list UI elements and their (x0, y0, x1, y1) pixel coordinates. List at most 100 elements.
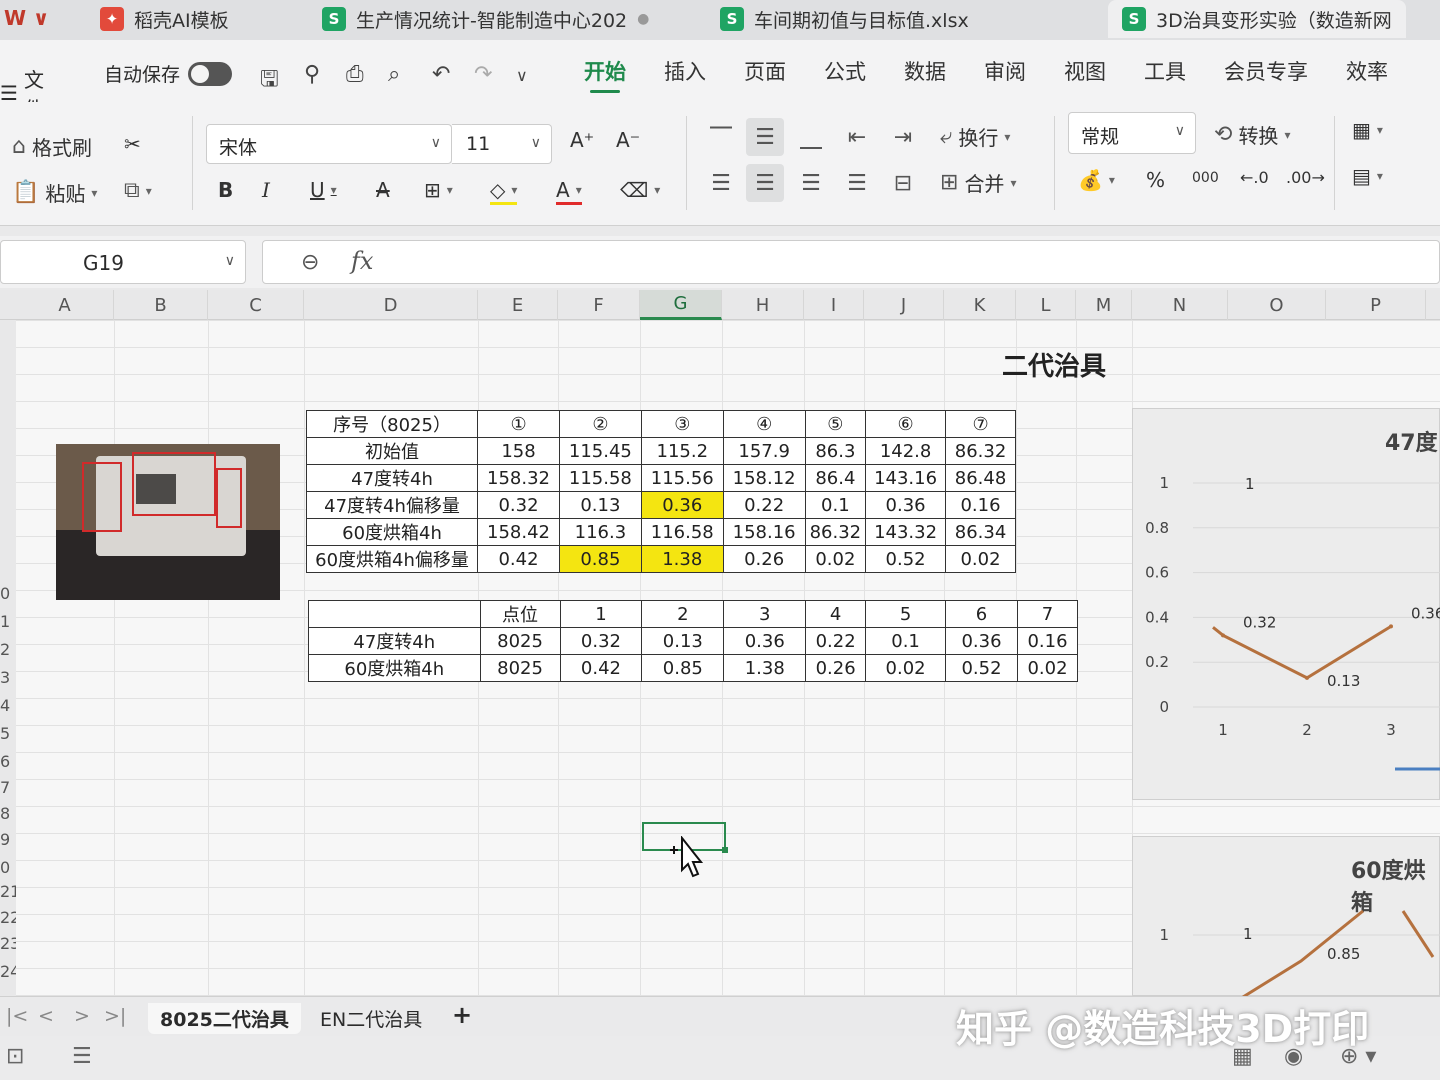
table-cell[interactable]: 47度转4h (305, 464, 479, 492)
table-cell[interactable]: 142.8 (865, 437, 947, 465)
table-cell[interactable]: 157.9 (722, 437, 806, 465)
table-cell[interactable]: 86.32 (945, 437, 1016, 465)
autosave-control[interactable]: 自动保存 (104, 60, 233, 87)
wrap-text-button[interactable]: ⤶ 换行 ▾ (940, 122, 1010, 151)
close-icon[interactable]: ● (637, 11, 649, 27)
tab-production-stats[interactable]: S 生产情况统计-智能制造中心202 ● (322, 0, 649, 38)
table-cell[interactable]: 8025 (479, 654, 561, 682)
table-cell[interactable]: 0.42 (559, 654, 643, 682)
decrease-font-icon[interactable]: A⁻ (616, 128, 640, 152)
table-cell[interactable]: 0.02 (945, 545, 1016, 573)
table-cell[interactable]: 0.13 (558, 491, 642, 519)
table-cell[interactable]: 3 (723, 600, 807, 628)
indent-decrease-icon[interactable]: ⇤ (838, 118, 876, 156)
table-cell[interactable]: 0.85 (641, 654, 725, 682)
justify-icon[interactable]: ☰ (838, 164, 876, 202)
table-cell[interactable]: 0.52 (945, 654, 1018, 682)
align-center-icon[interactable]: ☰ (746, 164, 784, 202)
table-cell[interactable]: ④ (722, 410, 806, 438)
italic-icon[interactable]: I (262, 178, 270, 202)
column-header[interactable]: L (1016, 290, 1076, 320)
add-sheet-button[interactable]: + (440, 999, 484, 1031)
table-cell[interactable]: 0.16 (1016, 627, 1079, 655)
column-header[interactable]: I (804, 290, 864, 320)
column-header[interactable]: M (1076, 290, 1132, 320)
table-cell[interactable]: ① (477, 410, 560, 438)
table-cell[interactable]: 6 (945, 600, 1018, 628)
fixture-photo[interactable] (56, 444, 280, 600)
table-cell[interactable]: 86.32 (804, 518, 867, 546)
row-number[interactable]: 8 (0, 804, 10, 823)
table-cell[interactable]: 初始值 (305, 437, 479, 465)
table-cell[interactable]: 0.36 (723, 627, 807, 655)
column-header[interactable]: P (1326, 290, 1426, 320)
print-preview-icon[interactable]: ⌕ (388, 62, 400, 87)
tab-view[interactable]: 视图 (1064, 56, 1106, 86)
table-cell[interactable]: 60度烘箱4h (305, 518, 479, 546)
table-cell[interactable]: 1.38 (723, 654, 807, 682)
cut-icon[interactable]: ✂ (124, 132, 141, 156)
tab-data[interactable]: 数据 (904, 56, 946, 86)
name-box[interactable]: G19 ∨ (0, 240, 246, 284)
table-cell[interactable]: 86.34 (945, 518, 1016, 546)
table-cell[interactable]: 158.42 (477, 518, 560, 546)
table-style-icon[interactable]: ▤ ▾ (1352, 164, 1383, 188)
sheet-list-icon[interactable]: ☰ (72, 1044, 92, 1069)
table-cell[interactable]: 86.4 (804, 464, 867, 492)
column-header[interactable]: K (944, 290, 1016, 320)
table-cell[interactable]: 0.13 (641, 627, 725, 655)
prev-sheet-icon[interactable]: < (38, 1005, 54, 1027)
thousands-separator-button[interactable]: 000 (1192, 170, 1219, 186)
align-right-icon[interactable]: ☰ (792, 164, 830, 202)
table-cell[interactable]: 0.22 (722, 491, 806, 519)
row-number[interactable]: 9 (0, 830, 10, 849)
border-icon[interactable]: ⊞ ▾ (424, 178, 453, 202)
table-cell[interactable]: 0.1 (804, 491, 867, 519)
table-cell[interactable]: 4 (805, 600, 867, 628)
row-number[interactable]: 1 (0, 612, 10, 631)
fx-icon[interactable]: fx (351, 247, 373, 275)
table-cell[interactable]: 0.36 (865, 491, 947, 519)
zoom-icon[interactable]: ⊖ (301, 250, 319, 275)
column-header[interactable]: D (304, 290, 478, 320)
paste-button[interactable]: 📋 粘贴 ▾ (12, 178, 97, 207)
row-number[interactable]: 0 (0, 584, 10, 603)
table-cell[interactable] (308, 600, 481, 628)
table-cell[interactable]: 0.52 (865, 545, 947, 573)
increase-decimal-icon[interactable]: ←.0 (1240, 168, 1269, 187)
table-cell[interactable]: 115.56 (640, 464, 724, 492)
decrease-decimal-icon[interactable]: .00→ (1286, 168, 1325, 187)
row-number[interactable]: 6 (0, 752, 10, 771)
table-cell[interactable]: ⑦ (945, 410, 1016, 438)
row-number[interactable]: 7 (0, 778, 10, 797)
table-cell[interactable]: 0.26 (722, 545, 806, 573)
column-header[interactable]: O (1228, 290, 1326, 320)
font-size-select[interactable]: 11 ∨ (452, 124, 552, 164)
align-middle-icon[interactable]: ☰ (746, 118, 784, 156)
next-sheet-icon[interactable]: > (74, 1005, 90, 1027)
table-cell[interactable]: 2 (641, 600, 725, 628)
column-header[interactable]: N (1132, 290, 1228, 320)
save-icon[interactable]: 🖫 (260, 62, 279, 100)
table-cell[interactable]: ⑤ (804, 410, 867, 438)
table-cell[interactable]: 143.32 (865, 518, 947, 546)
distribute-icon[interactable]: ⊟ (884, 164, 922, 202)
tab-insert[interactable]: 插入 (664, 56, 706, 86)
table-cell[interactable]: 116.58 (640, 518, 724, 546)
tab-review[interactable]: 审阅 (984, 56, 1026, 86)
table-cell[interactable]: 47度转4h (308, 627, 481, 655)
column-header[interactable]: F (558, 290, 640, 320)
highlighted-cell[interactable]: 1.38 (640, 545, 724, 573)
column-header-selected[interactable]: G (640, 290, 722, 320)
highlighted-cell[interactable]: 0.36 (640, 491, 724, 519)
table-cell[interactable]: 158.12 (722, 464, 806, 492)
table-cell[interactable]: 158.16 (722, 518, 806, 546)
table-cell[interactable]: 0.02 (804, 545, 867, 573)
table-cell[interactable]: 1 (559, 600, 643, 628)
table-cell[interactable]: 86.3 (804, 437, 867, 465)
align-left-icon[interactable]: ☰ (702, 164, 740, 202)
row-number[interactable]: 2 (0, 640, 10, 659)
table-cell[interactable]: 158.32 (477, 464, 560, 492)
sheet-tab-8025[interactable]: 8025二代治具 (148, 1003, 301, 1034)
table-cell[interactable]: 116.3 (558, 518, 642, 546)
